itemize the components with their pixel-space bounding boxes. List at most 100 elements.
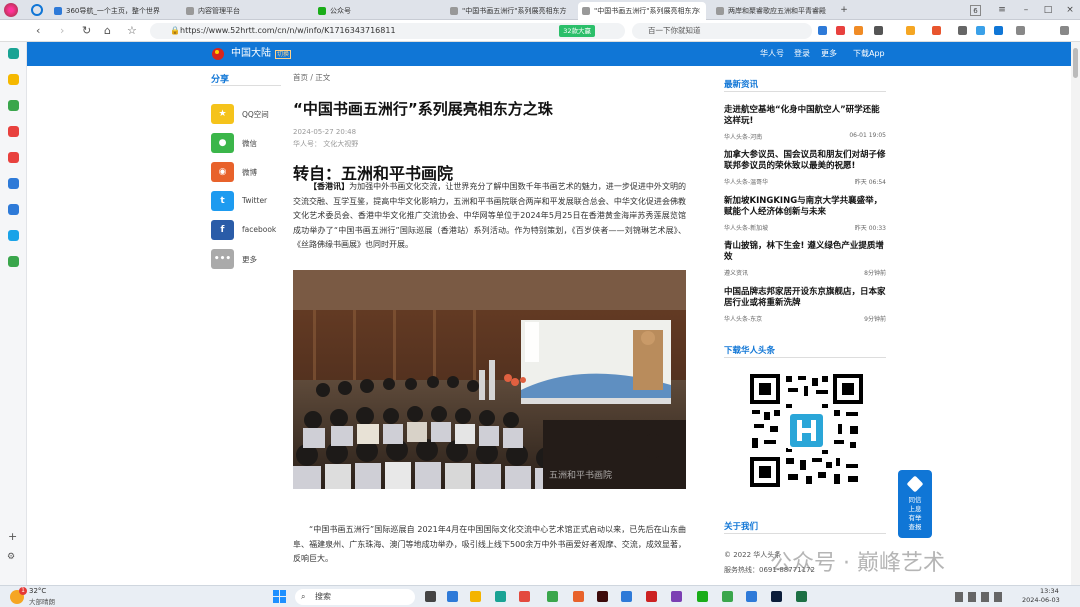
tab-4-active[interactable]: "中国书画五洲行"系列展亮相东方 × — [578, 2, 706, 20]
minimize-icon[interactable]: – — [1018, 2, 1034, 18]
share-panel: 分享 ★ QQ空间 ● 微信 ◉ 微博 t Twitter f facebook ••• 更… — [211, 72, 281, 269]
taskbar-app-icon[interactable] — [573, 591, 584, 602]
tab-3[interactable]: "中国书画五洲行"系列展亮相东方 — [446, 2, 572, 20]
site-header: 中国大陆 切换 华人号 登录 更多 下载App — [27, 42, 1071, 66]
edge-icon[interactable] — [994, 26, 1003, 35]
sidebar-app-icon[interactable] — [8, 230, 19, 241]
url-ad-badge[interactable]: 32款大赢 — [559, 25, 595, 37]
sidebar-app-icon[interactable] — [8, 178, 19, 189]
tab-5[interactable]: 两岸和聚睿歌应五洲和平青睿殿 — [712, 2, 830, 20]
about-title: 关于我们 — [724, 520, 886, 534]
compass-icon[interactable] — [31, 4, 43, 16]
header-link-more[interactable]: 更多 — [821, 48, 837, 60]
news-item[interactable]: 新加坡KINGKING与南京大学共襄盛举，赋能个人经济体创新与未来 华人头条-新加… — [724, 196, 886, 232]
forward-icon[interactable]: › — [60, 23, 64, 39]
bookmark-star-icon[interactable]: ☆ — [127, 23, 137, 39]
taskbar-app-icon[interactable] — [646, 591, 657, 602]
windows-start-icon[interactable] — [273, 590, 286, 603]
tray-icons[interactable] — [955, 592, 1015, 602]
back-icon[interactable]: ‹ — [36, 23, 40, 39]
news-item[interactable]: 加拿大参议员、国会议员和朋友们对胡子修联邦参议员的荣休致以最美的祝愿! 华人头条-… — [724, 150, 886, 186]
tab-1[interactable]: 内容管理平台 — [182, 2, 308, 20]
share-facebook[interactable]: f facebook — [211, 220, 291, 242]
article-author[interactable]: 华人号： 文化大视野 — [293, 139, 358, 149]
tab-favicon-icon — [450, 7, 458, 15]
header-link-login[interactable]: 登录 — [794, 48, 810, 60]
lock-icon: 🔒 — [170, 26, 180, 35]
address-bar: ‹ › ↻ ⌂ ☆ 🔒 https://www.52hrtt.com/cn/n/… — [0, 20, 1080, 42]
taskbar-app-icon[interactable] — [519, 591, 530, 602]
url-field[interactable]: 🔒 https://www.52hrtt.com/cn/n/w/info/K17… — [150, 23, 625, 39]
undo-icon[interactable] — [1016, 26, 1025, 35]
clock-date[interactable]: 2024-06-03 — [1022, 596, 1060, 604]
search-input[interactable]: 百一下你就知道 — [632, 23, 812, 39]
news-item[interactable]: 走进航空基地“化身中国航空人”研学还能这样玩! 华人头条-河南 06-01 19:0… — [724, 105, 886, 141]
photoshop-icon[interactable] — [771, 591, 782, 602]
scissors-icon[interactable] — [8, 256, 19, 267]
cut-icon[interactable] — [874, 26, 883, 35]
region-label[interactable]: 中国大陆 — [231, 47, 271, 61]
weibo-icon: ◉ — [211, 162, 234, 182]
mail-icon[interactable] — [818, 26, 827, 35]
extension-icon[interactable] — [854, 26, 863, 35]
add-icon[interactable]: + — [8, 530, 17, 543]
close-window-icon[interactable]: × — [1062, 2, 1078, 18]
more-menu-icon[interactable] — [1060, 26, 1069, 35]
apps-grid-icon[interactable] — [958, 26, 967, 35]
excel-icon[interactable] — [796, 591, 807, 602]
facebook-icon: f — [211, 220, 234, 240]
weather-badge: 1 — [19, 587, 27, 595]
share-weibo[interactable]: ◉ 微博 — [211, 162, 291, 184]
share-more[interactable]: ••• 更多 — [211, 249, 291, 271]
clock-time[interactable]: 13:34 — [1040, 587, 1059, 595]
share-qzone[interactable]: ★ QQ空间 — [211, 104, 291, 126]
home-icon[interactable]: ⌂ — [104, 23, 111, 39]
sidebar-app-icon[interactable] — [8, 48, 19, 59]
taskbar-app-icon[interactable] — [746, 591, 757, 602]
share-wechat[interactable]: ● 微信 — [211, 133, 291, 155]
taskbar-app-icon[interactable] — [671, 591, 682, 602]
sidebar-app-icon[interactable] — [8, 152, 19, 163]
file-explorer-icon[interactable] — [470, 591, 481, 602]
latest-news-title: 最新资讯 — [724, 78, 886, 92]
scrollbar-thumb[interactable] — [1073, 48, 1078, 78]
sidebar-app-icon[interactable] — [8, 126, 19, 137]
wechat-watermark: 公众号 · 巅峰艺术 — [770, 551, 945, 576]
taskbar-app-icon[interactable] — [447, 591, 458, 602]
region-switch-badge[interactable]: 切换 — [275, 50, 292, 59]
translate-icon[interactable] — [976, 26, 985, 35]
maximize-icon[interactable]: □ — [1040, 2, 1056, 18]
menu-icon[interactable]: ≡ — [994, 2, 1010, 18]
favorites-icon[interactable] — [8, 74, 19, 85]
reload-icon[interactable]: ↻ — [82, 23, 91, 39]
header-link-download-app[interactable]: 下载App — [853, 48, 885, 60]
share-title: 分享 — [211, 72, 281, 86]
illustrator-icon[interactable] — [597, 591, 608, 602]
wechat-taskbar-icon[interactable] — [697, 591, 708, 602]
news-item[interactable]: 中国品牌志邦家居开设东京旗舰店，日本家居行业或将重新洗牌 华人头条-东京 9分钟前 — [724, 287, 886, 323]
taskbar-app-icon[interactable] — [621, 591, 632, 602]
task-view-icon[interactable] — [425, 591, 436, 602]
weibo-toolbar-icon[interactable] — [836, 26, 845, 35]
header-link-huarenhao[interactable]: 华人号 — [760, 48, 784, 60]
taskbar-search[interactable]: ⌕ 搜索 — [295, 589, 415, 605]
close-tab-icon[interactable]: × — [694, 2, 701, 20]
tab-count-badge[interactable]: 6 — [970, 5, 981, 16]
share-twitter[interactable]: t Twitter — [211, 191, 291, 213]
news-item[interactable]: 青山披锦，林下生金! 遵义绿色产业提质增效 遵义资讯 8分钟前 — [724, 241, 886, 277]
tab-0[interactable]: 360导航_一个主页，整个世界 — [50, 2, 176, 20]
sidebar-app-icon[interactable] — [8, 204, 19, 215]
browser-logo-icon[interactable] — [4, 3, 18, 17]
taskbar-app-icon[interactable] — [722, 591, 733, 602]
new-tab-button[interactable]: + — [836, 2, 852, 18]
report-float-button[interactable]: 同信上息有举查报 — [898, 470, 932, 538]
edge-taskbar-icon[interactable] — [495, 591, 506, 602]
scrollbar[interactable] — [1071, 42, 1080, 585]
coupon-icon[interactable] — [906, 26, 915, 35]
settings-icon[interactable]: ⚙ — [7, 552, 15, 562]
sidebar-app-icon[interactable] — [8, 100, 19, 111]
game-icon[interactable] — [932, 26, 941, 35]
browser-taskbar-icon[interactable] — [547, 591, 558, 602]
breadcrumb[interactable]: 首页 / 正文 — [293, 72, 686, 86]
tab-2[interactable]: 公众号 — [314, 2, 440, 20]
